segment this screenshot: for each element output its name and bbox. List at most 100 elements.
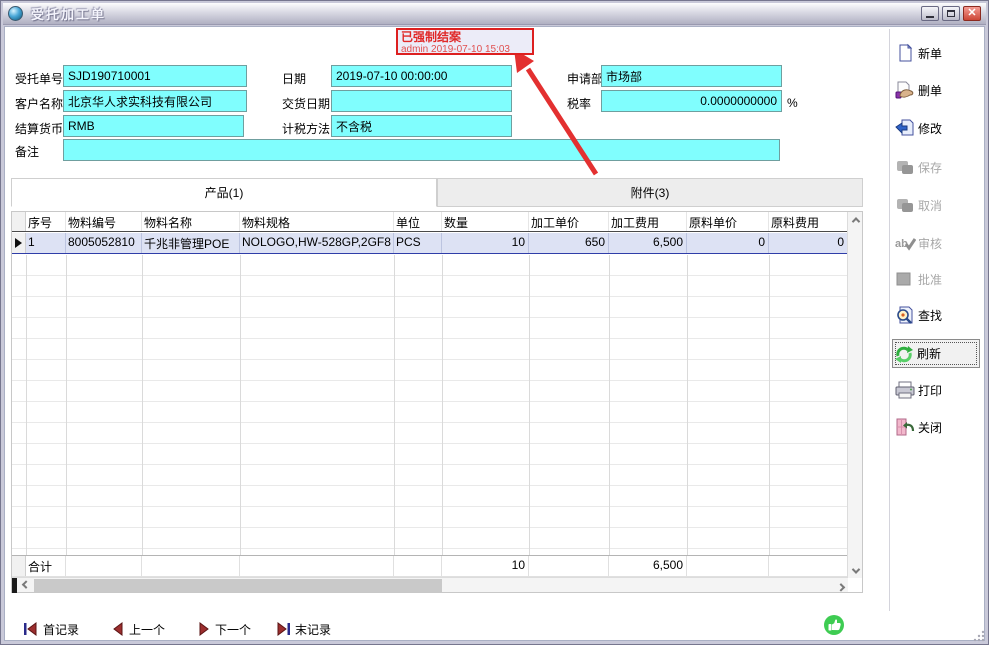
col-header-item-code[interactable]: 物料编号 [66,212,142,231]
close-form-button[interactable]: 关闭 [894,415,980,439]
close-icon: ✕ [967,8,976,19]
tax-rate-percent-suffix: % [787,96,798,110]
new-order-button[interactable]: 新单 [894,41,980,65]
tax-method-label: 计税方法 [282,120,330,137]
scroll-down-button[interactable] [848,563,863,578]
audit-icon-disabled: ab [894,233,916,253]
prev-record-button[interactable]: 上一个 [111,619,165,639]
approve-icon-disabled [894,269,916,289]
table-row-selected[interactable]: 1 8005052810 千兆非管理POE NOLOGO,HW-528GP,2G… [12,233,848,254]
customer-label: 客户名称 [15,95,63,112]
modify-icon [894,118,916,138]
tab-attachments[interactable]: 附件(3) [437,178,863,207]
print-button[interactable]: 打印 [894,378,980,402]
title-bar[interactable]: 受托加工单 ✕ [3,3,986,25]
customer-input[interactable] [63,90,247,112]
status-ok-thumbsup-icon [823,614,845,636]
close-button[interactable]: ✕ [963,6,981,21]
delivery-date-input[interactable] [331,90,512,112]
find-button[interactable]: 查找 [894,303,980,327]
items-grid: 序号 物料编号 物料名称 物料规格 单位 数量 加工单价 加工费用 原料单价 原… [11,211,863,593]
next-record-icon [197,622,211,636]
save-button[interactable]: 保存 [894,155,980,179]
first-record-icon [23,622,39,636]
dept-input[interactable] [601,65,782,87]
grid-splitter-handle[interactable] [12,578,17,593]
first-record-button[interactable]: 首记录 [23,619,79,639]
cell-item-code: 8005052810 [66,233,142,253]
scroll-left-button[interactable] [18,578,33,593]
cell-qty: 10 [442,233,529,253]
currency-input[interactable] [63,115,244,137]
col-header-item-name[interactable]: 物料名称 [142,212,240,231]
app-window: 受托加工单 ✕ 已强制结案 admin 2019-07-10 15:03 受托单… [0,0,989,645]
currency-label: 结算货币 [15,120,63,137]
grid-empty-area [12,255,848,555]
chevron-up-icon [851,217,859,225]
last-record-button[interactable]: 末记录 [275,619,331,639]
chevron-down-icon [851,565,859,573]
date-label: 日期 [282,70,306,87]
cell-material-price: 0 [687,233,769,253]
col-header-proc-price[interactable]: 加工单价 [529,212,609,231]
cell-item-name: 千兆非管理POE [142,233,240,253]
maximize-button[interactable] [942,6,960,21]
cancel-button[interactable]: 取消 [894,193,980,217]
tab-products[interactable]: 产品(1) [11,178,437,207]
col-header-material-price[interactable]: 原料单价 [687,212,769,231]
horizontal-scrollbar[interactable] [12,577,848,592]
consign-no-label: 受托单号 [15,70,63,87]
cell-unit: PCS [394,233,442,253]
date-input[interactable] [331,65,512,87]
force-closed-stamp: 已强制结案 admin 2019-07-10 15:03 [396,28,534,55]
col-header-seq[interactable]: 序号 [26,212,66,231]
approve-button[interactable]: 批准 [894,267,980,291]
remark-input[interactable] [63,139,780,161]
scroll-up-button[interactable] [848,212,863,227]
cell-item-spec: NOLOGO,HW-528GP,2GF8 [240,233,394,253]
save-icon-disabled [894,157,916,177]
minimize-button[interactable] [921,6,939,21]
consign-no-input[interactable] [63,65,247,87]
scroll-right-button[interactable] [833,578,848,593]
col-header-material-fee[interactable]: 原料费用 [769,212,848,231]
exit-door-icon [894,417,916,437]
modify-button[interactable]: 修改 [894,116,980,140]
printer-icon [894,380,916,400]
resize-grip[interactable] [972,629,985,642]
sidebar-divider [889,29,890,611]
cell-proc-fee: 6,500 [609,233,687,253]
tab-strip: 产品(1) 附件(3) [11,178,863,207]
delete-hand-icon [894,80,916,100]
col-header-proc-fee[interactable]: 加工费用 [609,212,687,231]
minimize-icon [926,16,934,18]
vertical-scrollbar[interactable] [847,212,862,578]
tax-rate-input[interactable] [601,90,782,112]
chevron-right-icon [836,583,844,591]
cancel-icon-disabled [894,195,916,215]
find-icon [894,305,916,325]
audit-button[interactable]: ab 审核 [894,231,980,255]
refresh-button[interactable]: 刷新 [892,339,980,368]
total-proc-fee: 6,500 [609,556,687,576]
grid-header-row: 序号 物料编号 物料名称 物料规格 单位 数量 加工单价 加工费用 原料单价 原… [12,212,848,232]
window-title: 受托加工单 [31,4,106,23]
cell-material-fee: 0 [769,233,848,253]
remark-label: 备注 [15,143,39,160]
total-qty: 10 [442,556,529,576]
col-header-unit[interactable]: 单位 [394,212,442,231]
col-header-qty[interactable]: 数量 [442,212,529,231]
tax-method-input[interactable] [331,115,512,137]
col-header-item-spec[interactable]: 物料规格 [240,212,394,231]
tax-rate-label: 税率 [567,95,591,112]
grid-total-row: 合计 10 6,500 [12,555,848,577]
maximize-icon [947,10,955,17]
total-selector-cell [12,556,26,576]
total-label: 合计 [26,556,66,576]
current-row-indicator-icon [15,238,22,248]
horizontal-scroll-thumb[interactable] [34,579,442,592]
chevron-left-icon [21,580,29,588]
cell-seq: 1 [26,233,66,253]
next-record-button[interactable]: 下一个 [197,619,251,639]
delete-order-button[interactable]: 删单 [894,78,980,102]
